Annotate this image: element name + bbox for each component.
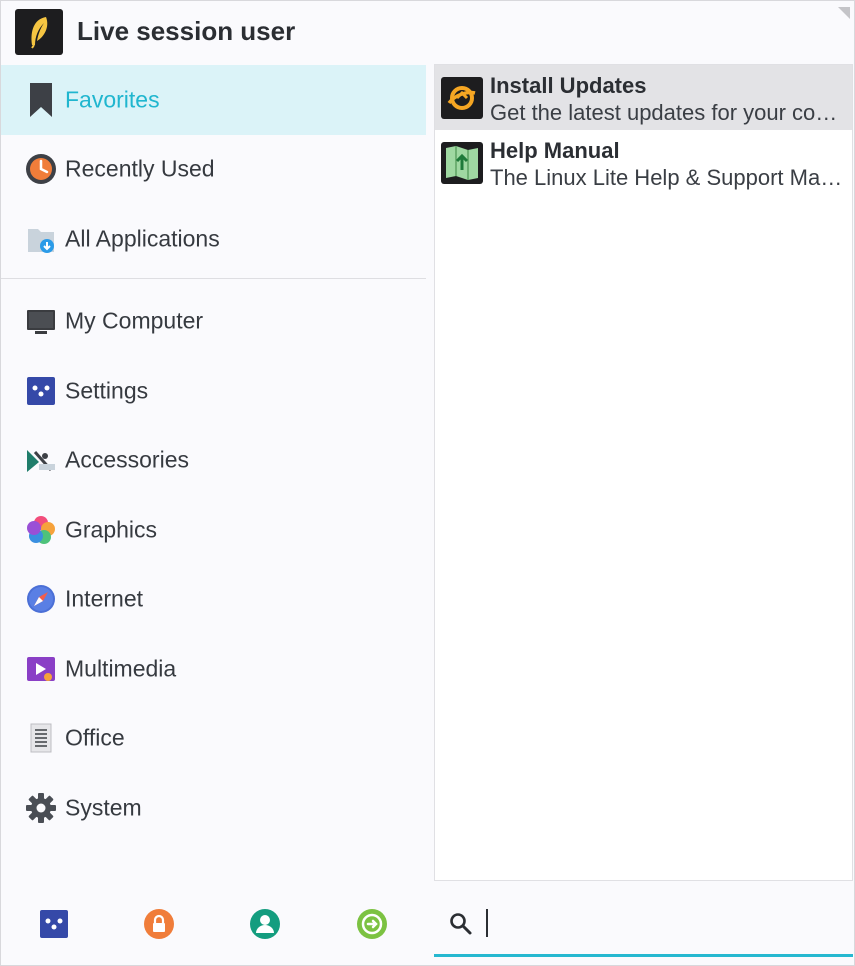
recently-used-icon [25,153,57,185]
sidebar-item-label: System [65,794,142,821]
sidebar-item-label: Favorites [65,86,160,113]
user-icon [250,909,280,939]
lock-screen-button[interactable] [143,908,175,940]
computer-icon [25,305,57,337]
list-item-help-manual[interactable]: Help Manual The Linux Lite Help & Suppor… [435,130,852,195]
bookmark-icon [25,82,57,117]
sidebar-item-recently-used[interactable]: Recently Used [1,135,426,205]
help-manual-icon [441,142,483,184]
sidebar-item-label: My Computer [65,307,204,334]
app-name: Help Manual [490,138,620,163]
settings-manager-button[interactable] [38,908,70,940]
application-list: Install Updates Get the latest updates f… [434,64,853,881]
all-applications-icon [25,223,57,255]
lock-icon [144,909,174,939]
sidebar-item-label: Recently Used [65,155,215,182]
category-sidebar: Favorites Recently Used All Applications… [1,65,426,843]
sidebar-item-label: All Applications [65,225,220,252]
search-icon [450,913,472,935]
office-icon [25,722,57,754]
sidebar-item-multimedia[interactable]: Multimedia [1,634,426,704]
sidebar-item-graphics[interactable]: Graphics [1,495,426,565]
sidebar-item-favorites[interactable]: Favorites [1,65,426,135]
username: Live session user [77,16,296,46]
action-bar [1,891,426,957]
sidebar-item-label: Graphics [65,516,158,543]
feather-icon [31,17,48,49]
graphics-icon [25,514,57,546]
sidebar-item-my-computer[interactable]: My Computer [1,287,426,357]
app-description: Get the latest updates for your computer [490,100,846,125]
sidebar-item-label: Multimedia [65,655,177,682]
search-bar [434,891,853,957]
sidebar-item-office[interactable]: Office [1,704,426,774]
sidebar-item-label: Internet [65,585,143,612]
sidebar-item-all-applications[interactable]: All Applications [1,204,426,274]
settings-icon [25,375,57,407]
accessories-icon [25,444,57,476]
sidebar-item-system[interactable]: System [1,773,426,843]
multimedia-icon [25,653,57,685]
switch-user-button[interactable] [249,908,281,940]
sidebar-item-internet[interactable]: Internet [1,565,426,635]
sidebar-item-accessories[interactable]: Accessories [1,426,426,496]
system-gear-icon [25,792,57,824]
install-updates-icon [441,77,483,119]
sidebar-item-label: Accessories [65,446,189,473]
search-input[interactable] [482,907,842,941]
app-name: Install Updates [490,73,647,98]
sidebar-item-label: Settings [65,377,149,404]
log-out-button[interactable] [356,908,388,940]
internet-icon [25,583,57,615]
sidebar-item-label: Office [65,724,125,751]
log-out-icon [357,909,387,939]
menu-header: Live session user [1,1,855,63]
avatar[interactable] [15,9,63,55]
application-menu: Live session user Favorites Recently Use… [0,0,855,966]
settings-manager-icon [40,910,68,938]
app-description: The Linux Lite Help & Support Manual [490,165,846,190]
sidebar-divider [1,277,426,279]
sidebar-item-settings[interactable]: Settings [1,356,426,426]
list-item-install-updates[interactable]: Install Updates Get the latest updates f… [435,65,852,130]
